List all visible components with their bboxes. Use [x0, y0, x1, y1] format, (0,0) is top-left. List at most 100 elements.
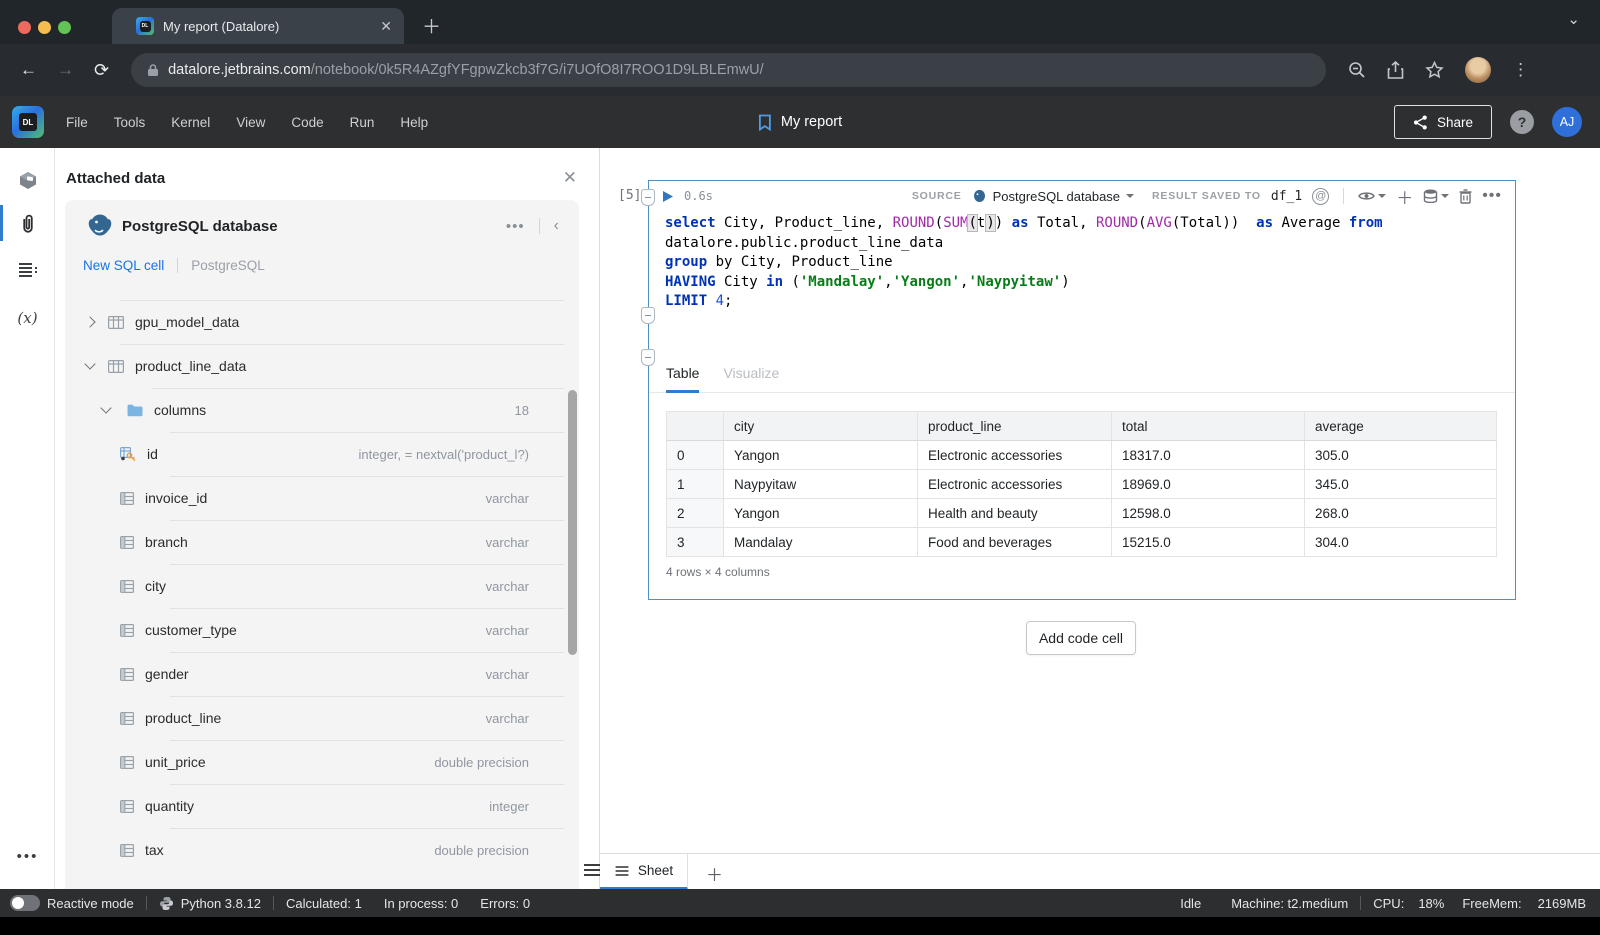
share-button[interactable]: Share — [1393, 105, 1492, 139]
tree-item-customer_type[interactable]: customer_type varchar — [65, 608, 579, 652]
tree-item-gpu_model_data[interactable]: gpu_model_data — [65, 300, 579, 344]
cell-more-options-icon[interactable]: ••• — [1482, 187, 1502, 205]
chevron-right-icon[interactable] — [84, 316, 96, 328]
tree-item-columns[interactable]: columns 18 — [65, 388, 579, 432]
tree-item-city[interactable]: city varchar — [65, 564, 579, 608]
tab-visualize[interactable]: Visualize — [723, 359, 779, 393]
schema-tree: gpu_model_data product_line_data columns 18… — [65, 300, 579, 889]
tree-item-unit_price[interactable]: unit_price double precision — [65, 740, 579, 784]
table-row[interactable]: 0 Yangon Electronic accessories 18317.0 305.… — [666, 440, 1497, 470]
address-bar[interactable]: datalore.jetbrains.com/notebook/0k5R4AZg… — [131, 53, 1327, 87]
menu-file[interactable]: File — [66, 115, 88, 130]
menu-code[interactable]: Code — [291, 115, 323, 130]
freemem-value: 2169MB — [1537, 895, 1586, 911]
new-tab-button[interactable]: ＋ — [422, 12, 441, 39]
code-line-2[interactable]: datalore.public.product_line_data — [665, 234, 1499, 254]
close-window-button[interactable] — [18, 21, 31, 34]
minimize-window-button[interactable] — [38, 21, 51, 34]
maximize-window-button[interactable] — [58, 21, 71, 34]
tab-overview-chevron-icon[interactable]: ⌄ — [1567, 10, 1580, 28]
table-cell: Naypyitaw — [723, 469, 918, 499]
menu-kernel[interactable]: Kernel — [171, 115, 210, 130]
attached-data-tab[interactable] — [0, 205, 55, 241]
zoom-out-icon[interactable] — [1348, 61, 1366, 79]
more-options-icon[interactable]: ••• — [0, 838, 55, 874]
datasource-menu-icon[interactable]: ••• — [506, 218, 525, 235]
table-of-contents-icon[interactable] — [0, 252, 55, 288]
tree-item-product_line[interactable]: product_line varchar — [65, 696, 579, 740]
column-header[interactable]: product_line — [917, 411, 1112, 441]
source-selector[interactable]: PostgreSQL database — [972, 189, 1135, 204]
menu-help[interactable]: Help — [400, 115, 428, 130]
table-cell: 345.0 — [1304, 469, 1497, 499]
tree-item-branch[interactable]: branch varchar — [65, 520, 579, 564]
notebook-title[interactable]: My report — [758, 114, 842, 131]
sheet-menu-icon[interactable] — [584, 864, 600, 876]
variables-icon[interactable]: (x) — [0, 300, 55, 336]
add-sheet-button[interactable]: ＋ — [706, 861, 723, 886]
table-row[interactable]: 3 Mandalay Food and beverages 15215.0 304.0 — [666, 527, 1497, 557]
calculated-count: Calculated: 1 — [285, 895, 362, 911]
macos-traffic-lights[interactable] — [18, 21, 71, 34]
postgresql-link[interactable]: PostgreSQL — [191, 258, 265, 273]
reactive-mode-toggle[interactable] — [10, 895, 40, 911]
table-row[interactable]: 1 Naypyitaw Electronic accessories 18969.0 3… — [666, 469, 1497, 499]
delete-cell-icon[interactable] — [1459, 188, 1472, 204]
add-cell-icon[interactable]: ＋ — [1396, 184, 1413, 209]
datalore-logo[interactable]: DL — [12, 106, 44, 138]
column-header[interactable]: city — [723, 411, 918, 441]
sql-code-cell[interactable]: 0.6s SOURCE PostgreSQL database RESULT S… — [641, 180, 1516, 600]
new-sql-cell-link[interactable]: New SQL cell — [83, 258, 164, 273]
table-cell: 304.0 — [1304, 527, 1497, 557]
back-button[interactable]: ← — [20, 60, 37, 80]
user-avatar[interactable]: AJ — [1552, 107, 1582, 137]
sql-editor[interactable]: select City, Product_line, ROUND(SUM(t))… — [649, 211, 1515, 312]
menu-tools[interactable]: Tools — [114, 115, 146, 130]
menu-view[interactable]: View — [236, 115, 265, 130]
cell-drag-handle-top[interactable] — [641, 189, 655, 206]
tree-item-id[interactable]: id integer, = nextval('product_l?) — [65, 432, 579, 476]
reference-icon[interactable]: @ — [1312, 187, 1330, 205]
column-header[interactable]: total — [1111, 411, 1305, 441]
help-button[interactable]: ? — [1510, 110, 1534, 134]
tab-table[interactable]: Table — [666, 359, 700, 393]
chevron-down-icon[interactable] — [84, 358, 96, 370]
browser-tab[interactable]: DL My report (Datalore) ✕ — [112, 8, 404, 44]
panel-close-icon[interactable]: ✕ — [563, 168, 577, 188]
table-row[interactable]: 2 Yangon Health and beauty 12598.0 268.0 — [666, 498, 1497, 528]
tab-close-icon[interactable]: ✕ — [380, 18, 392, 35]
sidebar-scrollbar[interactable] — [568, 390, 577, 655]
cell-toolbar: 0.6s SOURCE PostgreSQL database RESULT S… — [649, 181, 1515, 211]
tree-item-label: unit_price — [145, 754, 206, 770]
tree-item-gender[interactable]: gender varchar — [65, 652, 579, 696]
tree-item-invoice_id[interactable]: invoice_id varchar — [65, 476, 579, 520]
sheet-tab[interactable]: Sheet — [600, 854, 688, 890]
bookmark-star-icon[interactable] — [1425, 61, 1444, 79]
database-settings[interactable] — [1423, 189, 1450, 203]
visibility-toggle[interactable] — [1358, 190, 1387, 202]
kernel-info[interactable]: Python 3.8.12 — [159, 896, 261, 911]
cell-drag-handle-middle[interactable] — [641, 307, 655, 324]
code-line-4[interactable]: HAVING City in ('Mandalay','Yangon','Nay… — [665, 273, 1499, 293]
environment-icon[interactable] — [0, 162, 55, 198]
add-code-cell-button[interactable]: Add code cell — [1026, 621, 1136, 655]
kernel-status: Idle — [1180, 895, 1202, 911]
browser-menu-icon[interactable]: ⋮ — [1512, 60, 1529, 80]
tree-item-label: tax — [145, 842, 164, 858]
column-header[interactable] — [666, 411, 724, 441]
menu-run[interactable]: Run — [350, 115, 375, 130]
code-line-1[interactable]: select City, Product_line, ROUND(SUM(t))… — [665, 214, 1499, 234]
forward-button[interactable]: → — [57, 60, 74, 80]
share-page-icon[interactable] — [1387, 61, 1404, 79]
tree-item-tax[interactable]: tax double precision — [65, 828, 579, 872]
column-header[interactable]: average — [1304, 411, 1497, 441]
tree-item-product_line_data[interactable]: product_line_data — [65, 344, 579, 388]
reload-button[interactable]: ⟳ — [94, 60, 109, 81]
tree-item-quantity[interactable]: quantity integer — [65, 784, 579, 828]
browser-profile-avatar[interactable] — [1465, 57, 1492, 83]
code-line-3[interactable]: group by City, Product_line — [665, 253, 1499, 273]
code-line-5[interactable]: LIMIT 4; — [665, 292, 1499, 312]
collapse-panel-icon[interactable]: ‹ — [554, 217, 559, 235]
chevron-down-icon[interactable] — [100, 402, 112, 414]
run-cell-icon[interactable] — [662, 190, 674, 203]
